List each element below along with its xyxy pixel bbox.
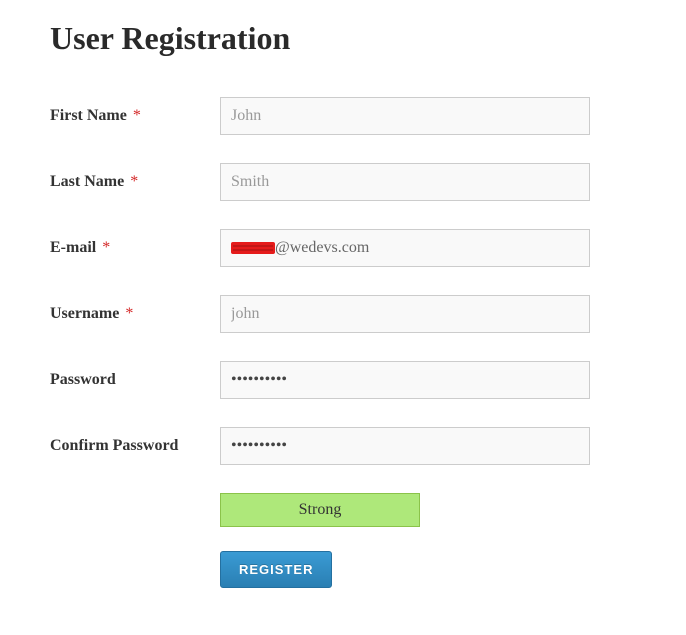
username-input[interactable] [220, 295, 590, 333]
first-name-input[interactable] [220, 97, 590, 135]
confirm-password-row: Confirm Password [50, 427, 636, 465]
redacted-icon [231, 242, 275, 254]
email-row: E-mail * @wedevs.com [50, 229, 636, 267]
last-name-input[interactable] [220, 163, 590, 201]
required-marker: * [102, 239, 110, 256]
last-name-row: Last Name * [50, 163, 636, 201]
required-marker: * [133, 107, 141, 124]
required-marker: * [130, 173, 138, 190]
email-label: E-mail * [50, 239, 220, 257]
email-domain: @wedevs.com [275, 239, 369, 257]
page-title: User Registration [50, 20, 636, 57]
username-label: Username * [50, 305, 220, 323]
first-name-label: First Name * [50, 107, 220, 125]
password-input[interactable] [220, 361, 590, 399]
first-name-row: First Name * [50, 97, 636, 135]
password-label: Password [50, 371, 220, 389]
submit-row: REGISTER [50, 551, 636, 588]
password-row: Password [50, 361, 636, 399]
register-button[interactable]: REGISTER [220, 551, 332, 588]
required-marker: * [125, 305, 133, 322]
password-strength-row: Strong [50, 493, 636, 527]
last-name-label: Last Name * [50, 173, 220, 191]
password-strength-indicator: Strong [220, 493, 420, 527]
username-row: Username * [50, 295, 636, 333]
email-field[interactable]: @wedevs.com [220, 229, 590, 267]
confirm-password-input[interactable] [220, 427, 590, 465]
confirm-password-label: Confirm Password [50, 437, 220, 455]
